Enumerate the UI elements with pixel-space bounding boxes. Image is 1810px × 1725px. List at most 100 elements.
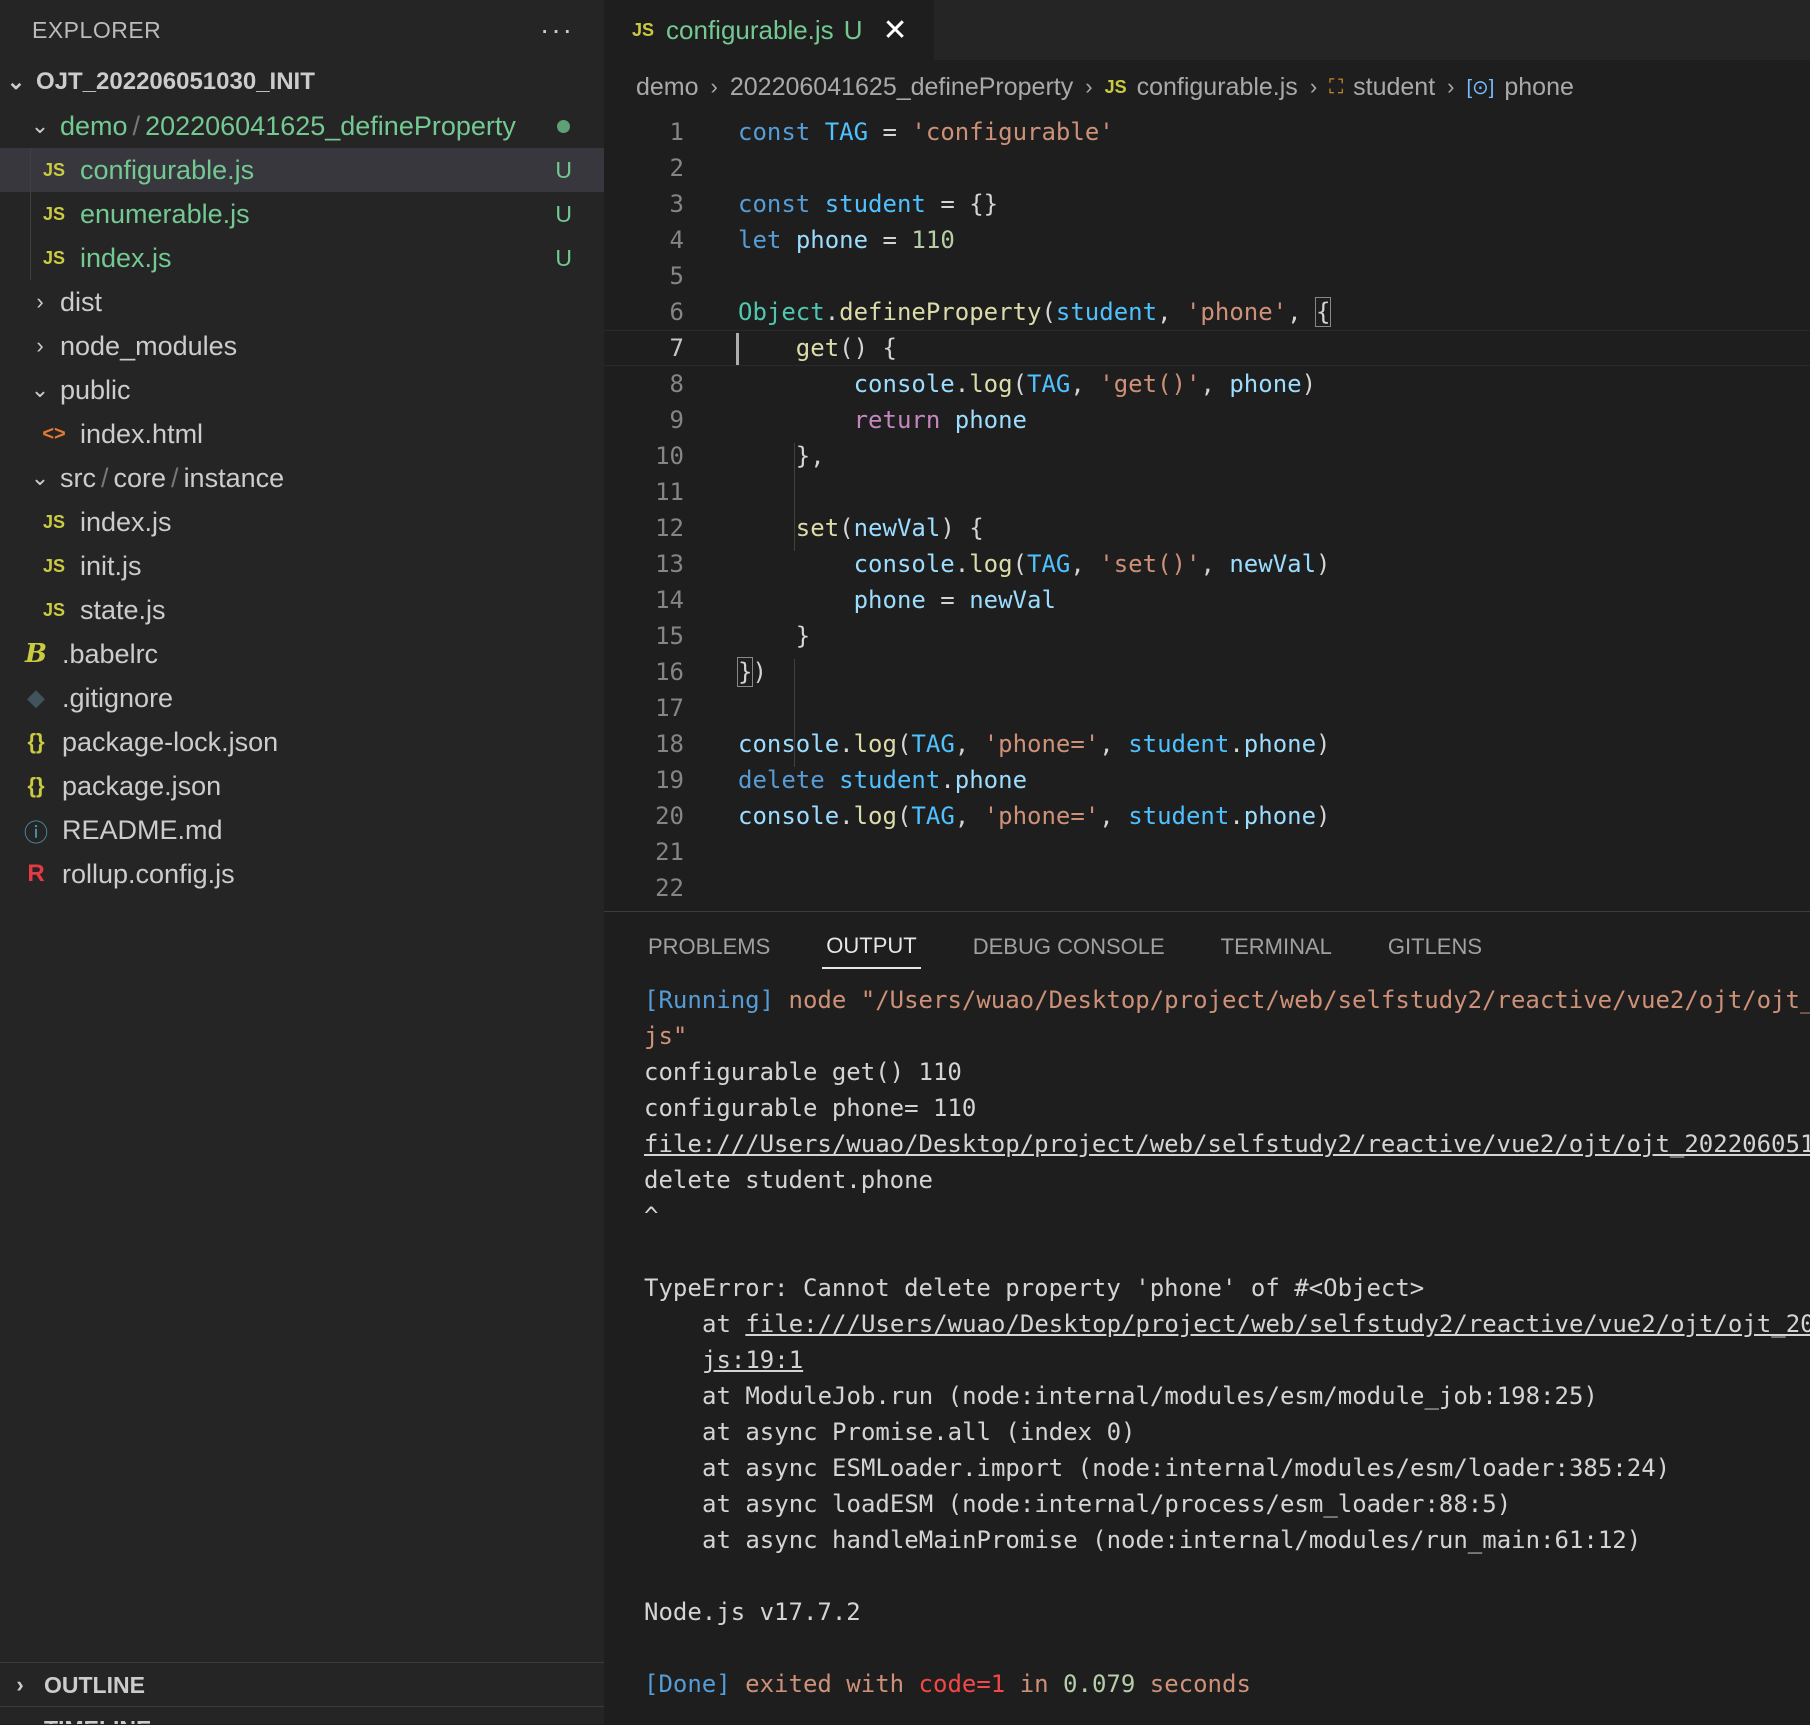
file-state-js[interactable]: JS state.js bbox=[0, 588, 604, 632]
file-rollup-config[interactable]: R rollup.config.js bbox=[0, 852, 604, 896]
line-number: 2 bbox=[669, 154, 684, 182]
json-icon: {} bbox=[27, 773, 45, 798]
chevron-right-icon: › bbox=[36, 333, 44, 358]
code-text: return phone bbox=[853, 406, 1027, 434]
breadcrumb-symbol-phone[interactable]: phone bbox=[1504, 73, 1574, 102]
file-label: index.js bbox=[80, 242, 172, 273]
code-line: 17 bbox=[604, 690, 1810, 726]
line-number: 16 bbox=[655, 658, 684, 686]
output-line: configurable phone= 110 bbox=[644, 1094, 977, 1122]
folder-dist[interactable]: › dist bbox=[0, 280, 604, 324]
code-line: 11 bbox=[604, 474, 1810, 510]
untracked-badge: U bbox=[555, 200, 572, 227]
folder-node-modules[interactable]: › node_modules bbox=[0, 324, 604, 368]
chevron-right-icon: › bbox=[1309, 74, 1318, 99]
file-configurable-js[interactable]: JS configurable.js U bbox=[0, 148, 604, 192]
folder-public[interactable]: ⌄ public bbox=[0, 368, 604, 412]
more-actions-icon[interactable]: ··· bbox=[540, 14, 574, 46]
file-public-index-html[interactable]: <> index.html bbox=[0, 412, 604, 456]
tab-gitlens[interactable]: GITLENS bbox=[1384, 926, 1486, 968]
stack-file-link[interactable]: file:///Users/wuao/Desktop/project/web/s… bbox=[745, 1310, 1810, 1338]
output-file-link[interactable]: file:///Users/wuao/Desktop/project/web/s… bbox=[644, 1126, 1810, 1162]
breadcrumb-symbol-student[interactable]: student bbox=[1353, 73, 1435, 102]
stack-frame: at async handleMainPromise (node:interna… bbox=[702, 1526, 1642, 1554]
code-line: 3 const student = {} bbox=[604, 186, 1810, 222]
stack-frame: at file:///Users/wuao/Desktop/project/we… bbox=[644, 1306, 1810, 1342]
timeline-label: TIMELINE bbox=[44, 1716, 151, 1725]
file-src-index-js[interactable]: JS index.js bbox=[0, 500, 604, 544]
file-readme[interactable]: ⓘ README.md bbox=[0, 808, 604, 852]
file-label: enumerable.js bbox=[80, 198, 250, 229]
code-text: get() { bbox=[795, 334, 897, 362]
folder-label: src / core / instance bbox=[60, 462, 285, 493]
line-number: 21 bbox=[655, 838, 684, 866]
code-line: 2 bbox=[604, 150, 1810, 186]
tab-debug-console[interactable]: DEBUG CONSOLE bbox=[969, 926, 1169, 968]
stack-file-link-cont[interactable]: js:19:1 bbox=[702, 1346, 803, 1374]
output-log[interactable]: [Running] node "/Users/wuao/Desktop/proj… bbox=[644, 982, 1810, 1702]
tab-terminal[interactable]: TERMINAL bbox=[1217, 926, 1336, 968]
tab-status: U bbox=[843, 14, 863, 45]
chevron-down-icon: ⌄ bbox=[30, 113, 50, 138]
json-icon: {} bbox=[27, 729, 45, 754]
timeline-section[interactable]: › TIMELINE bbox=[0, 1706, 604, 1724]
file-demo-index-js[interactable]: JS index.js U bbox=[0, 236, 604, 280]
breadcrumb-file[interactable]: configurable.js bbox=[1137, 73, 1298, 102]
line-number: 22 bbox=[655, 874, 684, 902]
file-label: .gitignore bbox=[62, 682, 174, 713]
tab-configurable-js[interactable]: JS configurable.js U ✕ bbox=[604, 0, 934, 60]
code-line: 8 console.log(TAG, 'get()', phone) bbox=[604, 366, 1810, 402]
code-line-current: 7 get() { bbox=[604, 330, 1810, 366]
file-init-js[interactable]: JS init.js bbox=[0, 544, 604, 588]
outline-section[interactable]: › OUTLINE bbox=[0, 1662, 604, 1707]
line-number: 13 bbox=[655, 550, 684, 578]
code-line: 21 bbox=[604, 834, 1810, 870]
stack-frame: at async ESMLoader.import (node:internal… bbox=[702, 1454, 1671, 1482]
folder-src-core-instance[interactable]: ⌄ src / core / instance bbox=[0, 456, 604, 500]
code-text: let phone = 110 bbox=[738, 226, 955, 254]
file-label: package-lock.json bbox=[62, 726, 279, 757]
tab-output[interactable]: OUTPUT bbox=[822, 925, 921, 969]
close-icon[interactable]: ✕ bbox=[882, 13, 907, 48]
file-babelrc[interactable]: B .babelrc bbox=[0, 632, 604, 676]
code-editor[interactable]: 1 const TAG = 'configurable' 2 3 const stu… bbox=[604, 114, 1810, 911]
file-label: init.js bbox=[80, 550, 142, 581]
output-node-version: Node.js v17.7.2 bbox=[644, 1598, 861, 1626]
line-number: 17 bbox=[655, 694, 684, 722]
code-line: 22 bbox=[604, 870, 1810, 906]
code-line: 14 phone = newVal bbox=[604, 582, 1810, 618]
code-text: set(newVal) { bbox=[795, 514, 984, 542]
folder-label: node_modules bbox=[60, 330, 238, 361]
breadcrumb-folder[interactable]: 202206041625_defineProperty bbox=[730, 73, 1073, 102]
folder-demo[interactable]: ⌄ demo/202206041625_defineProperty bbox=[0, 104, 604, 148]
file-enumerable-js[interactable]: JS enumerable.js U bbox=[0, 192, 604, 236]
tab-problems[interactable]: PROBLEMS bbox=[644, 926, 774, 968]
chevron-right-icon: › bbox=[8, 1716, 32, 1724]
line-number: 9 bbox=[669, 406, 684, 434]
code-text: console.log(TAG, 'set()', newVal) bbox=[853, 550, 1331, 578]
stack-frame: js:19:1 bbox=[644, 1342, 1810, 1378]
breadcrumb-demo[interactable]: demo bbox=[636, 73, 699, 102]
code-line: 20 console.log(TAG, 'phone=', student.pho… bbox=[604, 798, 1810, 834]
file-gitignore[interactable]: ◆ .gitignore bbox=[0, 676, 604, 720]
info-icon: ⓘ bbox=[24, 819, 48, 847]
file-label: rollup.config.js bbox=[62, 858, 235, 889]
git-icon: ◆ bbox=[27, 685, 45, 710]
js-file-icon: JS bbox=[42, 203, 66, 224]
line-number: 11 bbox=[655, 478, 684, 506]
outline-label: OUTLINE bbox=[44, 1671, 145, 1698]
code-text: }) bbox=[736, 657, 767, 687]
workspace-root[interactable]: ⌄ OJT_202206051030_INIT bbox=[0, 60, 604, 104]
js-file-icon: JS bbox=[42, 555, 66, 576]
html-file-icon: <> bbox=[42, 422, 66, 445]
babel-icon: B bbox=[25, 639, 47, 669]
file-package-json[interactable]: {} package.json bbox=[0, 764, 604, 808]
line-number: 12 bbox=[655, 514, 684, 542]
file-package-lock-json[interactable]: {} package-lock.json bbox=[0, 720, 604, 764]
line-number: 4 bbox=[669, 226, 684, 254]
workspace-root-label: OJT_202206051030_INIT bbox=[36, 68, 315, 95]
file-label: configurable.js bbox=[80, 154, 255, 185]
file-label: state.js bbox=[80, 594, 166, 625]
code-text: } bbox=[795, 622, 811, 650]
line-number: 20 bbox=[655, 802, 684, 830]
